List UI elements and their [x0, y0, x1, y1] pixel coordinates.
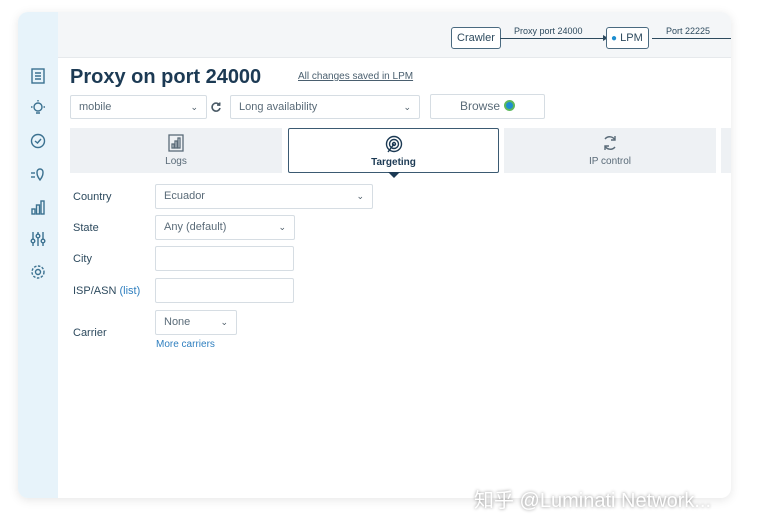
logs-icon [166, 133, 186, 153]
lpm-icon: ● [611, 33, 618, 44]
location-icon[interactable] [28, 164, 48, 184]
port-out-label: Port 22225 [666, 26, 711, 36]
save-status-link[interactable]: All changes saved in LPM [298, 71, 413, 82]
state-label: State [73, 222, 99, 234]
more-carriers-link[interactable]: More carriers [156, 339, 215, 350]
proxy-port-label: Proxy port 24000 [514, 26, 583, 36]
refresh-icon[interactable] [210, 100, 222, 112]
watermark: 知乎 @Luminati Network... [474, 490, 712, 512]
gear-icon[interactable] [28, 262, 48, 282]
chevron-down-icon: ⌄ [190, 102, 198, 112]
state-value: Any (default) [164, 221, 227, 233]
chevron-down-icon: ⌄ [403, 102, 411, 112]
preset-select[interactable]: mobile ⌄ [70, 95, 207, 119]
targeting-icon [384, 134, 404, 154]
isp-list-link[interactable]: (list) [119, 285, 140, 297]
flow-bar: Crawler Proxy port 24000 ● LPM Port 2222… [58, 12, 731, 58]
tab-targeting-label: Targeting [371, 157, 416, 168]
tab-ip-control[interactable]: IP control [504, 128, 716, 173]
preset-value: mobile [79, 101, 112, 113]
sliders-icon[interactable] [28, 229, 48, 249]
app-window: Crawler Proxy port 24000 ● LPM Port 2222… [18, 12, 731, 498]
country-label: Country [73, 191, 112, 203]
lpm-node: ● LPM [606, 27, 649, 49]
chrome-icon [504, 100, 515, 111]
browse-label: Browse [459, 99, 500, 113]
chevron-down-icon: ⌄ [278, 222, 286, 232]
carrier-select[interactable]: None ⌄ [155, 310, 237, 335]
active-tab-pointer [388, 172, 400, 178]
ip-control-icon [600, 133, 620, 153]
isp-label: ISP/ASN (list) [73, 285, 140, 297]
country-value: Ecuador [164, 190, 205, 202]
carrier-label: Carrier [73, 327, 107, 339]
chevron-down-icon: ⌄ [356, 191, 364, 201]
carrier-value: None [164, 316, 191, 328]
tab-targeting[interactable]: Targeting [288, 128, 499, 173]
state-select[interactable]: Any (default) ⌄ [155, 215, 295, 240]
session-select[interactable]: Long availability ⌄ [230, 95, 420, 119]
page-title: Proxy on port 24000 [70, 66, 262, 88]
tab-logs-label: Logs [165, 156, 187, 167]
overview-icon[interactable] [28, 66, 48, 86]
browse-button[interactable]: Browse [430, 94, 545, 119]
flow-line [500, 38, 604, 39]
sidebar [18, 12, 58, 498]
isp-input[interactable] [155, 278, 294, 303]
country-select[interactable]: Ecuador ⌄ [155, 184, 373, 209]
city-input[interactable] [155, 246, 294, 271]
tab-ip-control-label: IP control [588, 156, 632, 167]
isp-label-text: ISP/ASN [73, 285, 117, 297]
session-value: Long availability [239, 101, 318, 113]
stats-icon[interactable] [28, 197, 48, 217]
chevron-down-icon: ⌄ [220, 317, 228, 327]
tab-logs[interactable]: Logs [70, 128, 282, 173]
city-label: City [73, 253, 92, 265]
history-icon[interactable] [28, 131, 48, 151]
flow-line-out [652, 38, 731, 39]
crawler-node: Crawler [451, 27, 501, 49]
lpm-label: LPM [620, 32, 643, 44]
lightbulb-icon[interactable] [28, 98, 48, 118]
tab-more[interactable] [721, 128, 731, 173]
